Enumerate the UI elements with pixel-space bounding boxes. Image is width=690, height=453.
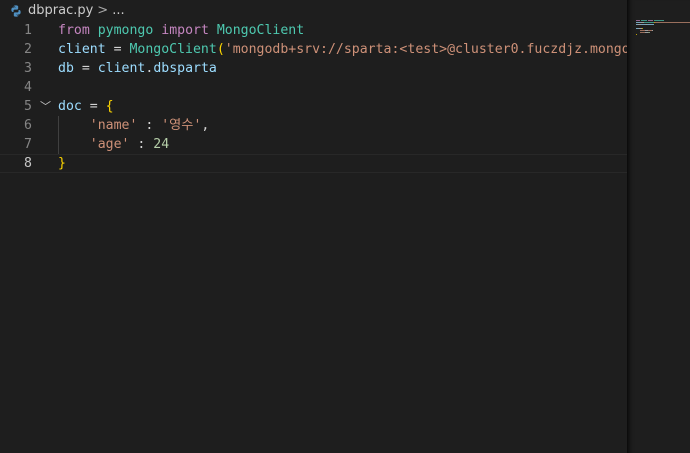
chevron-right-icon: > [97,3,109,18]
breadcrumb: dbprac.py > ... [0,0,628,21]
code-line[interactable]: 7 'age' : 24 [0,135,628,154]
code-line[interactable]: 6 'name' : '영수', [0,116,628,135]
line-number: 8 [24,156,32,171]
code-token: ( [216,42,225,57]
code-text: client = MongoClient('mongodb+srv://spar… [58,40,628,59]
python-file-icon [11,4,21,17]
minimap[interactable] [628,0,690,453]
code-token: client [97,61,146,76]
minimap-stroke [648,20,653,21]
line-number: 4 [24,80,32,95]
minimap-stroke [654,20,664,21]
code-token: 'age' [89,137,130,152]
code-token: doc [58,99,82,114]
code-line[interactable]: 8} [0,154,628,173]
minimap-stroke [647,24,654,25]
minimap-stroke [652,30,653,31]
code-token: import [161,23,209,38]
code-token: db [58,61,74,76]
code-token: 24 [153,137,170,152]
code-token: { [105,99,114,114]
code-text: from pymongo import MongoClient [58,21,304,40]
code-token: '영수' [161,118,202,133]
line-number: 1 [24,23,32,38]
code-token: from [58,23,90,38]
minimap-stroke [641,20,647,21]
code-text: 'name' : '영수', [58,116,210,135]
indent-guide [58,116,59,154]
code-token: client [58,42,106,57]
code-text: } [58,155,66,172]
code-token: : [137,118,162,133]
code-line[interactable]: 4 [0,78,628,97]
minimap-stroke [636,34,637,35]
code-text: db = client.dbsparta [58,59,217,78]
code-token: 'mongodb+srv://sparta:<test>@cluster0.fu… [224,42,628,57]
breadcrumb-symbol[interactable]: ... [112,3,124,18]
code-token: , [201,118,210,133]
breadcrumb-file[interactable]: dbprac.py [28,3,93,18]
minimap-stroke [655,22,690,23]
code-token: MongoClient [129,42,217,57]
code-line[interactable]: 1 from pymongo import MongoClient [0,21,628,40]
minimap-stroke [642,28,643,29]
code-token: pymongo [97,23,154,38]
line-number: 3 [24,61,32,76]
minimap-stroke [644,22,654,23]
code-line[interactable]: 3 db = client.dbsparta [0,59,628,78]
minimap-stroke [636,20,640,21]
code-token: dbsparta [153,61,217,76]
fold-chevron-icon[interactable]: ﹀ [40,97,52,116]
code-text: 'age' : 24 [58,135,169,154]
line-number: 2 [24,42,32,57]
code-token: : [129,137,154,152]
code-token: = [73,61,98,76]
code-token: MongoClient [216,23,305,38]
code-token: = [105,42,130,57]
minimap-stroke [648,32,650,33]
code-token: 'name' [89,118,138,133]
code-line[interactable]: 2 client = MongoClient('mongodb+srv://spa… [0,40,628,59]
line-number: 5 [24,99,32,114]
line-number: 6 [24,118,32,133]
code-token: } [58,156,66,171]
code-line[interactable]: 5 ﹀ doc = { [0,97,628,116]
line-number: 7 [24,137,32,152]
code-token: = [81,99,106,114]
code-text: doc = { [58,97,114,116]
code-editor[interactable]: 1 from pymongo import MongoClient 2 client … [0,21,628,453]
